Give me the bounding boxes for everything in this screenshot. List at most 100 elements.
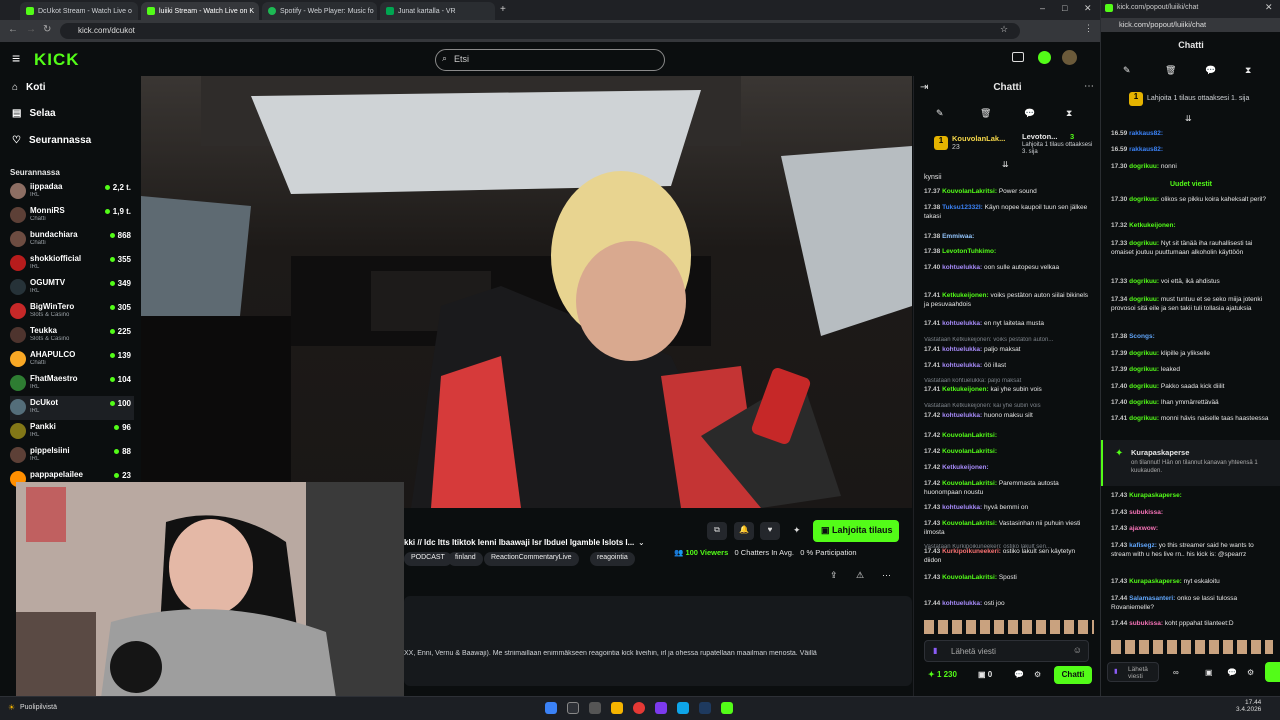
message-user[interactable]: kohtuelukka: bbox=[942, 412, 982, 419]
nav-home[interactable]: ⌂ Koti bbox=[12, 82, 46, 93]
stream-tag[interactable]: finland bbox=[448, 552, 483, 566]
message-user[interactable]: dogrikuu: bbox=[1129, 196, 1159, 203]
chat-message[interactable]: 17.42 kohtuelukka: huono maksu silt bbox=[924, 412, 1094, 421]
kick-app-icon[interactable] bbox=[721, 702, 733, 714]
popout-close-button[interactable]: ✕ bbox=[1265, 2, 1273, 13]
kick-logo[interactable]: KICK bbox=[34, 50, 80, 70]
chat-message[interactable]: 17.37 KouvolanLakritsi: Power sound bbox=[924, 188, 1094, 197]
popout-message-input[interactable]: ▮ Lähetä viesti bbox=[1107, 662, 1159, 682]
following-channel[interactable]: DcUkot IRL 100 bbox=[10, 396, 134, 420]
settings-icon[interactable]: ⚙ bbox=[1247, 668, 1254, 677]
chevron-down-icon[interactable]: ⌄ bbox=[638, 538, 645, 547]
reload-icon[interactable]: ↻ bbox=[43, 24, 51, 35]
chat-message[interactable]: 17.38 Tuksu12332I: Käyn nopee kaupoil tu… bbox=[924, 204, 1094, 221]
stream-tag[interactable]: PODCAST bbox=[404, 552, 452, 566]
hourglass-icon[interactable]: ⧗ bbox=[1245, 65, 1251, 76]
message-user[interactable]: kohtuelukka: bbox=[942, 320, 982, 327]
notification-bell-icon[interactable]: 🔔 bbox=[734, 522, 754, 540]
report-icon[interactable]: ⚠ bbox=[856, 570, 864, 581]
following-channel[interactable]: pippelsiini IRL 88 bbox=[10, 444, 134, 468]
chat-rules-icon[interactable]: 💬 bbox=[1014, 670, 1024, 679]
chat-message[interactable]: 17.44 kohtuelukka: osti joo bbox=[924, 600, 1094, 609]
expand-arrow-icon[interactable]: ⇊ bbox=[1185, 114, 1192, 123]
tab-vr[interactable]: Junat kartalla - VR bbox=[380, 2, 495, 20]
message-user[interactable]: dogrikuu: bbox=[1129, 366, 1159, 373]
following-channel[interactable]: MonniRS Chatti 1,9 t. bbox=[10, 204, 134, 228]
message-user[interactable]: LevotonTuhkimo: bbox=[942, 248, 996, 255]
message-user[interactable]: rakkaus82: bbox=[1129, 130, 1163, 137]
message-user[interactable]: Scongs: bbox=[1129, 333, 1155, 340]
following-channel[interactable]: bundachiara Chatti 868 bbox=[10, 228, 134, 252]
popout-chat-message[interactable]: 17.43 Kurapaskaperse: bbox=[1111, 492, 1273, 501]
chat-send-button[interactable]: Chatti bbox=[1054, 666, 1092, 684]
back-icon[interactable]: ← bbox=[8, 24, 18, 35]
popout-chat-message[interactable]: 17.33 dogrikuu: Nyt sit tänää iha rauhal… bbox=[1111, 240, 1273, 257]
message-user[interactable]: kohtuelukka: bbox=[942, 346, 982, 353]
hourglass-icon[interactable]: ⧗ bbox=[1066, 108, 1072, 119]
message-user[interactable]: Emmiwaa: bbox=[942, 233, 974, 240]
hamburger-menu-icon[interactable]: ≡ bbox=[12, 50, 20, 66]
chat-message[interactable]: 17.41 kohtuelukka: paljo maksat bbox=[924, 346, 1094, 355]
following-channel[interactable]: Teukka Slots & Casino 225 bbox=[10, 324, 134, 348]
popout-chat-message[interactable]: 17.44 subukissa: koht pppahat tilanteet:… bbox=[1111, 620, 1273, 629]
popout-chat-message[interactable]: 17.40 dogrikuu: Ihan ymmärrettävää bbox=[1111, 399, 1273, 408]
share-icon[interactable]: ⇪ bbox=[830, 570, 838, 581]
chat-message[interactable]: 17.38 LevotonTuhkimo: bbox=[924, 248, 1094, 257]
trash-icon[interactable]: 🗑 bbox=[980, 108, 991, 119]
message-user[interactable]: KouvolanLakritsi: bbox=[942, 432, 997, 439]
message-user[interactable]: dogrikuu: bbox=[1129, 163, 1159, 170]
popout-chat-message[interactable]: 17.30 dogrikuu: nonni bbox=[1111, 163, 1273, 172]
message-user[interactable]: ajaxwow: bbox=[1129, 525, 1158, 532]
chat-bubble-icon[interactable]: 💬 bbox=[1205, 65, 1216, 76]
popout-url[interactable]: kick.com/popout/luiiki/chat bbox=[1119, 20, 1206, 29]
message-user[interactable]: Ketkukeijonen: bbox=[1129, 222, 1176, 229]
top-gifter-name[interactable]: KouvolanLak... bbox=[952, 134, 1005, 143]
chrome-icon[interactable] bbox=[633, 702, 645, 714]
gift-icon[interactable] bbox=[1012, 52, 1024, 62]
chat-message[interactable]: 17.43 Kurkipoikuneekeri: ostiko lakult s… bbox=[924, 548, 1094, 565]
file-explorer-icon[interactable] bbox=[611, 702, 623, 714]
gifter-name[interactable]: Levoton... bbox=[1022, 132, 1057, 141]
message-user[interactable]: kohtuelukka: bbox=[942, 504, 982, 511]
chat-message[interactable]: 17.43 KouvolanLakritsi: Vastasinhan nii … bbox=[924, 520, 1094, 537]
popout-chat-message[interactable]: 17.34 dogrikuu: must tuntuu et se seko m… bbox=[1111, 296, 1273, 313]
tab-luiiki[interactable]: luiiki Stream - Watch Live on K bbox=[141, 2, 259, 20]
windows-start-icon[interactable] bbox=[545, 702, 557, 714]
message-user[interactable]: dogrikuu: bbox=[1129, 278, 1159, 285]
popout-chat-message[interactable]: 17.43 subukissa: bbox=[1111, 509, 1273, 518]
message-user[interactable]: Ketkukeijonen: bbox=[942, 292, 989, 299]
more-icon[interactable]: ⋯ bbox=[882, 570, 891, 581]
popout-chat-message[interactable]: 17.43 ajaxwow: bbox=[1111, 525, 1273, 534]
chat-message[interactable]: 17.38 Emmiwaa: bbox=[924, 233, 1094, 242]
sparkle-icon[interactable]: ✦ bbox=[793, 525, 801, 536]
forward-icon[interactable]: → bbox=[26, 24, 36, 35]
channel-points[interactable]: ✦ 1 230 bbox=[928, 670, 957, 679]
bookmark-star-icon[interactable]: ☆ bbox=[1000, 24, 1008, 35]
message-user[interactable]: Ketkukeijonen: bbox=[942, 464, 989, 471]
message-user[interactable]: Ketkukeijonen: bbox=[942, 386, 989, 393]
tab-dcukot[interactable]: DcUkot Stream - Watch Live o bbox=[20, 2, 138, 20]
user-avatar[interactable] bbox=[1062, 50, 1077, 65]
message-user[interactable]: kohtuelukka: bbox=[942, 600, 982, 607]
nav-browse[interactable]: ▤ Selaa bbox=[12, 108, 56, 119]
message-user[interactable]: KouvolanLakritsi: bbox=[942, 188, 997, 195]
message-user[interactable]: Salamasanteri: bbox=[1129, 595, 1175, 602]
stream-tag[interactable]: reagointia bbox=[590, 552, 635, 566]
popout-chat-message[interactable]: 16.59 rakkaus82: bbox=[1111, 146, 1273, 155]
chat-message[interactable]: 17.41 Ketkukeijonen: voiks pestäton auto… bbox=[924, 292, 1094, 309]
popout-chat-message[interactable]: 17.39 dogrikuu: klipille ja ylikselle bbox=[1111, 350, 1273, 359]
popout-send-button[interactable] bbox=[1265, 662, 1280, 682]
message-user[interactable]: KouvolanLakritsi: bbox=[942, 574, 997, 581]
browser-menu-icon[interactable]: ⋮ bbox=[1084, 23, 1093, 34]
message-user[interactable]: kohtuelukka: bbox=[942, 362, 982, 369]
message-user[interactable]: Kurapaskaperse: bbox=[1129, 578, 1182, 585]
message-user[interactable]: dogrikuu: bbox=[1129, 383, 1159, 390]
popout-chat-message[interactable]: 17.32 Ketkukeijonen: bbox=[1111, 222, 1273, 231]
chat-message[interactable]: 17.42 KouvolanLakritsi: bbox=[924, 432, 1094, 441]
chat-message[interactable]: 17.42 KouvolanLakritsi: bbox=[924, 448, 1094, 457]
tip-count[interactable]: ▣ 0 bbox=[978, 670, 992, 679]
emote-strip[interactable] bbox=[924, 620, 1094, 634]
following-channel[interactable]: Pankki IRL 96 bbox=[10, 420, 134, 444]
message-user[interactable]: KouvolanLakritsi: bbox=[942, 480, 997, 487]
trash-icon[interactable]: 🗑 bbox=[1165, 65, 1176, 76]
